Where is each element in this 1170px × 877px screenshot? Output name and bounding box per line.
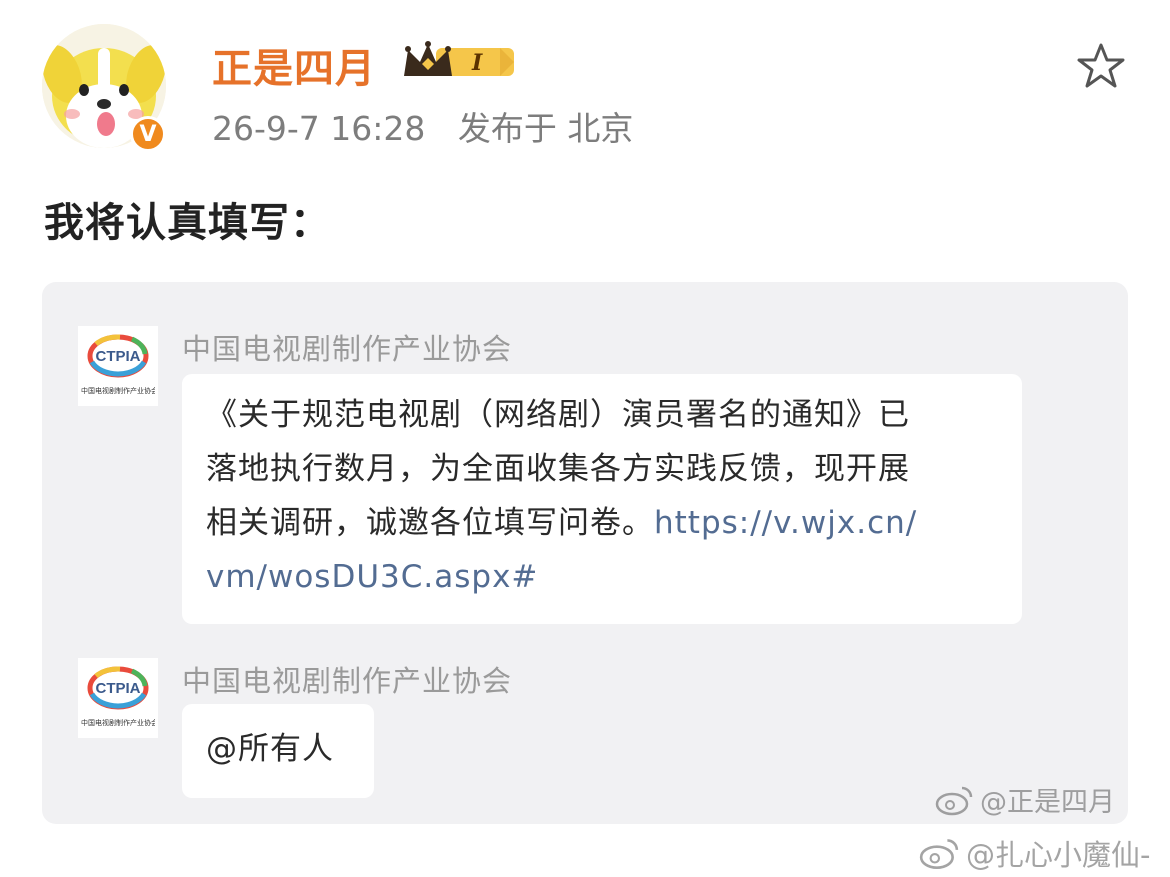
username[interactable]: 正是四月	[212, 36, 376, 94]
verified-badge-icon: V	[130, 116, 166, 152]
star-icon	[1077, 43, 1125, 88]
post-meta: 26-9-7 16:28 发布于 北京	[212, 102, 655, 150]
post-time: 26-9-7 16:28	[212, 109, 426, 148]
message-line: 相关调研，诚邀各位填写问卷。	[206, 505, 654, 541]
weibo-icon	[935, 786, 973, 815]
sender-name: 中国电视剧制作产业协会	[182, 664, 513, 698]
watermark-text: @扎心小魔仙-	[966, 838, 1151, 872]
sender-logo: CTPIA 中国电视剧制作产业协会	[78, 326, 158, 406]
logo-text: CTPIA	[95, 680, 141, 697]
rank-level-label: I	[471, 50, 483, 76]
survey-link[interactable]: https://v.wjx.cn/	[654, 505, 917, 541]
logo-subtitle: 中国电视剧制作产业协会	[81, 719, 155, 727]
post-text: 我将认真填写：	[44, 200, 331, 246]
message-bubble: @所有人	[182, 704, 374, 798]
mention-all[interactable]: @所有人	[206, 722, 350, 776]
favorite-button[interactable]	[1076, 42, 1126, 94]
watermark: @扎心小魔仙-	[918, 832, 1150, 874]
crown-icon: I	[404, 41, 514, 76]
message-line-with-link: 相关调研，诚邀各位填写问卷。https://v.wjx.cn/	[206, 496, 998, 550]
message-bubble: 《关于规范电视剧（网络剧）演员署名的通知》已 落地执行数月，为全面收集各方实践反…	[182, 374, 1022, 624]
weibo-icon	[919, 839, 959, 870]
message-line: 《关于规范电视剧（网络剧）演员署名的通知》已	[206, 397, 910, 433]
logo-text: CTPIA	[95, 348, 141, 365]
survey-link-continued[interactable]: vm/wosDU3C.aspx#	[206, 550, 998, 604]
quoted-chat-card[interactable]: CTPIA 中国电视剧制作产业协会 中国电视剧制作产业协会 《关于规范电视剧（网…	[42, 282, 1128, 824]
watermark-text: @正是四月	[980, 787, 1115, 818]
logo-subtitle: 中国电视剧制作产业协会	[81, 387, 155, 395]
sender-name: 中国电视剧制作产业协会	[182, 332, 513, 366]
watermark: @正是四月	[934, 780, 1115, 819]
post-location: 发布于 北京	[457, 109, 634, 148]
rank-badge[interactable]: I	[400, 40, 518, 88]
message-line: 落地执行数月，为全面收集各方实践反馈，现开展	[206, 451, 910, 487]
sender-logo: CTPIA 中国电视剧制作产业协会	[78, 658, 158, 738]
